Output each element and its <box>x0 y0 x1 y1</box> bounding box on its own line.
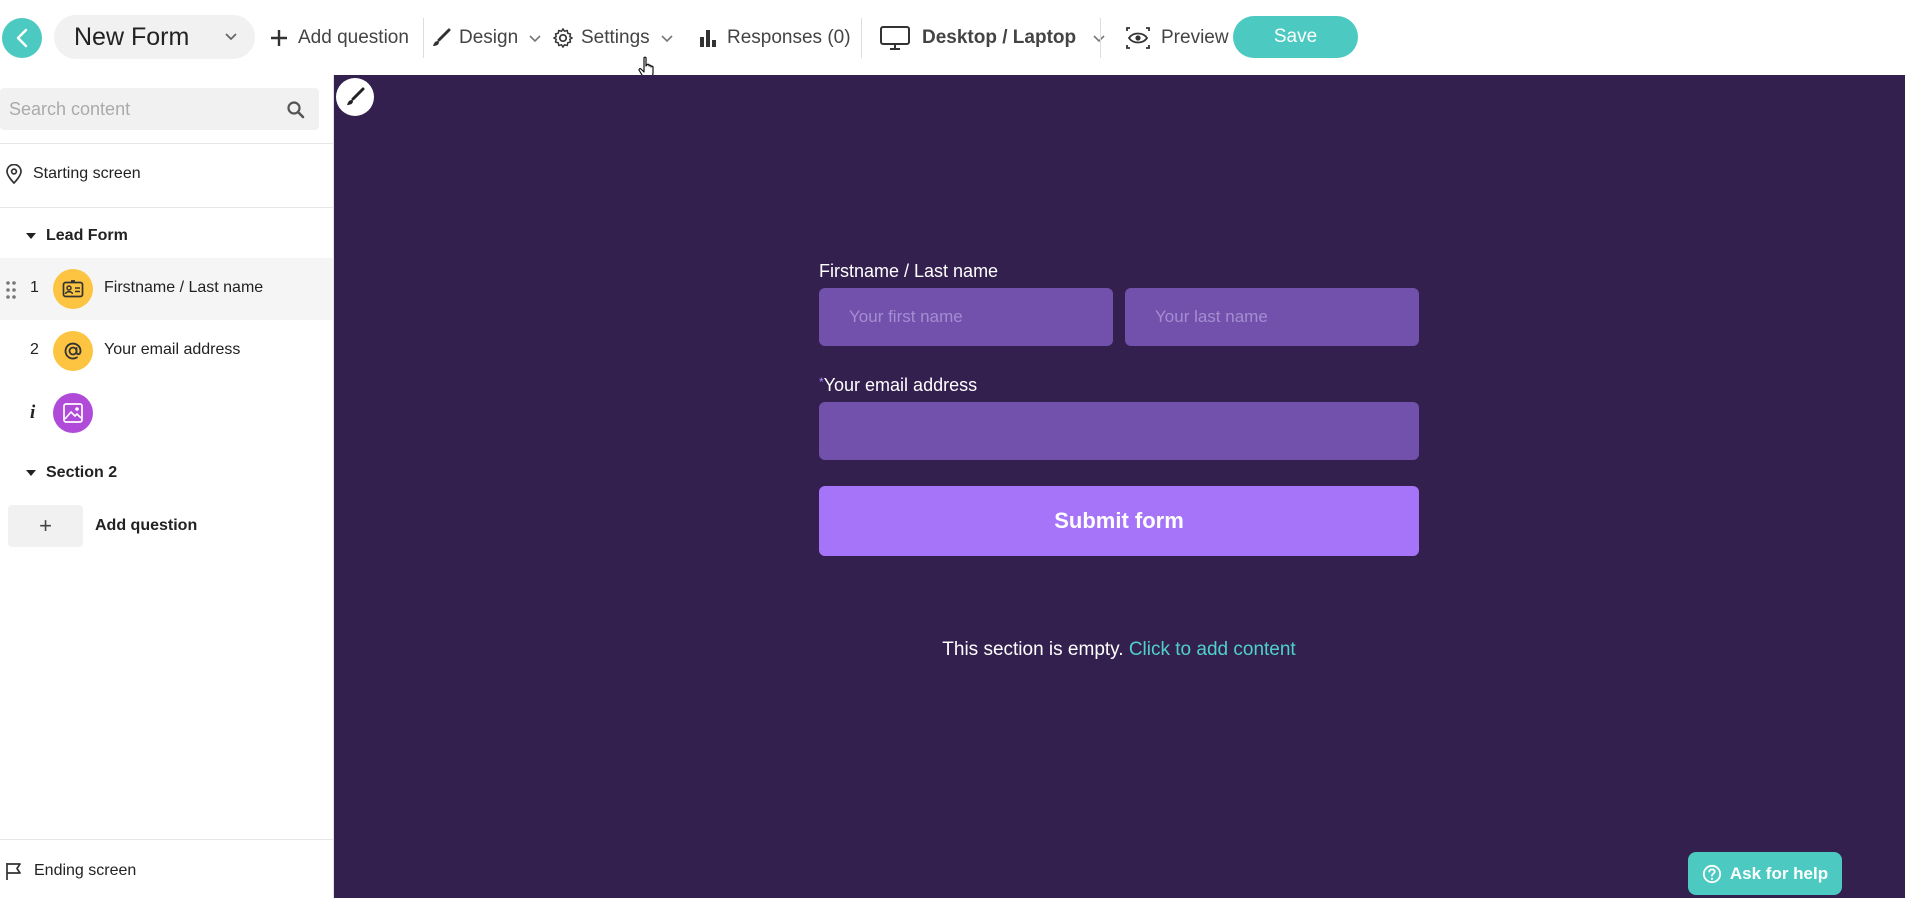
info-item[interactable]: i <box>0 382 333 444</box>
toolbar-divider <box>423 18 424 58</box>
plus-icon <box>271 30 287 46</box>
question-item-2[interactable]: 2 Your email address <box>0 320 333 382</box>
starting-screen-label: Starting screen <box>33 165 141 182</box>
last-name-input[interactable] <box>1125 288 1419 346</box>
chevron-down-icon <box>225 33 237 41</box>
question-label: Your email address <box>104 341 241 358</box>
drag-handle-icon[interactable] <box>5 280 17 300</box>
form-name-dropdown[interactable]: New Form <box>54 15 255 59</box>
save-button[interactable]: Save <box>1233 16 1358 58</box>
brush-icon <box>433 28 451 46</box>
device-selector[interactable]: Desktop / Laptop <box>879 20 1106 56</box>
add-content-link[interactable]: Click to add content <box>1129 639 1296 660</box>
question-label: Firstname / Last name <box>104 279 264 296</box>
help-label: Ask for help <box>1729 863 1829 883</box>
empty-section-text: This section is empty. <box>942 639 1124 660</box>
add-question-button[interactable]: Add question <box>268 20 409 56</box>
bar-chart-icon <box>700 30 716 47</box>
design-label: Design <box>459 27 519 48</box>
location-pin-icon <box>6 164 22 184</box>
question-item-1[interactable]: 1 Firstname / Last name <box>0 258 333 320</box>
content-sidebar: Starting screen Lead Form 1 Firstname / … <box>0 75 334 898</box>
form-name-text: New Form <box>74 22 190 51</box>
settings-menu[interactable]: Settings <box>552 20 674 56</box>
chevron-left-icon <box>16 28 28 48</box>
eye-icon <box>1126 27 1150 49</box>
design-menu[interactable]: Design <box>430 20 542 56</box>
section-title: Lead Form <box>46 227 128 244</box>
section-title: Section 2 <box>46 464 118 481</box>
at-sign-icon <box>53 331 93 371</box>
contact-card-icon <box>53 269 93 309</box>
top-toolbar: New Form Add question Design Settings Re… <box>0 0 1905 79</box>
info-marker: i <box>30 402 36 423</box>
first-name-input[interactable] <box>819 288 1113 346</box>
chevron-down-icon <box>661 35 673 43</box>
form-canvas: Firstname / Last name *Your email addres… <box>334 75 1905 898</box>
email-input[interactable] <box>819 402 1419 460</box>
caret-down-icon <box>26 470 36 476</box>
image-icon <box>53 393 93 433</box>
add-question-plus-button[interactable]: + <box>8 505 83 547</box>
flag-icon <box>6 863 21 880</box>
sidebar-divider <box>0 143 334 144</box>
search-icon <box>287 101 305 119</box>
caret-down-icon <box>26 233 36 239</box>
email-label-text: Your email address <box>823 375 978 395</box>
plus-icon: + <box>39 513 52 538</box>
toolbar-divider <box>861 18 862 58</box>
email-field-label: *Your email address <box>819 375 977 396</box>
help-circle-icon <box>1702 864 1721 883</box>
chevron-down-icon <box>529 35 541 43</box>
empty-section-note: This section is empty. Click to add cont… <box>819 639 1419 661</box>
monitor-icon <box>880 26 910 50</box>
name-field-label: Firstname / Last name <box>819 261 999 281</box>
preview-label: Preview <box>1161 27 1229 48</box>
ending-screen-item[interactable]: Ending screen <box>0 856 333 886</box>
submit-form-button[interactable]: Submit form <box>819 486 1419 556</box>
search-input[interactable] <box>0 88 319 130</box>
add-question-label: Add question <box>95 517 198 534</box>
design-brush-button[interactable] <box>336 78 374 116</box>
starting-screen-item[interactable]: Starting screen <box>0 159 333 189</box>
responses-label: Responses (0) <box>727 27 851 48</box>
sidebar-divider <box>0 839 334 840</box>
back-button[interactable] <box>2 18 42 58</box>
device-label: Desktop / Laptop <box>922 27 1077 48</box>
question-number: 2 <box>30 341 39 358</box>
gear-icon <box>553 28 573 48</box>
section-2[interactable]: Section 2 <box>0 458 333 488</box>
ask-for-help-button[interactable]: Ask for help <box>1688 852 1842 895</box>
responses-button[interactable]: Responses (0) <box>697 20 851 56</box>
settings-label: Settings <box>581 27 650 48</box>
toolbar-divider <box>1100 18 1101 58</box>
sidebar-divider <box>0 207 334 208</box>
add-question-link[interactable]: Add question <box>95 511 295 541</box>
add-question-label: Add question <box>298 27 409 48</box>
section-lead-form[interactable]: Lead Form <box>0 221 333 251</box>
ending-screen-label: Ending screen <box>34 862 137 879</box>
brush-icon <box>347 87 365 105</box>
preview-button[interactable]: Preview <box>1125 20 1229 56</box>
question-number: 1 <box>30 279 39 296</box>
